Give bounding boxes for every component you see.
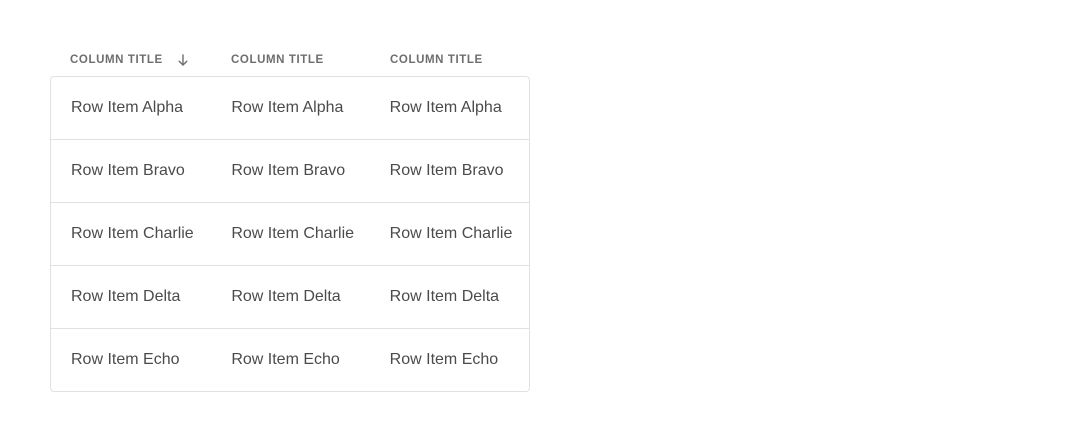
table-row[interactable]: Row Item Delta Row Item Delta Row Item D…	[51, 266, 529, 329]
table-cell: Row Item Delta	[231, 288, 341, 305]
column-title: COLUMN TITLE	[70, 54, 163, 66]
table-cell: Row Item Delta	[389, 288, 500, 305]
table-body: Row Item Alpha Row Item Alpha Row Item A…	[50, 76, 530, 392]
table-cell: Row Item Echo	[231, 351, 340, 368]
table-cell: Row Item Alpha	[231, 99, 344, 116]
table-cell: Row Item Charlie	[389, 225, 513, 242]
column-title: COLUMN TITLE	[390, 54, 483, 66]
table-row[interactable]: Row Item Bravo Row Item Bravo Row Item B…	[51, 140, 529, 203]
column-header-3[interactable]: COLUMN TITLE	[370, 54, 530, 66]
table-cell: Row Item Charlie	[231, 225, 355, 242]
table-cell: Row Item Alpha	[389, 99, 502, 116]
table-cell: Row Item Alpha	[71, 99, 184, 116]
table-cell: Row Item Echo	[389, 351, 499, 368]
table-header: COLUMN TITLE COLUMN TITLE COLUMN TITLE	[50, 44, 530, 76]
column-title: COLUMN TITLE	[231, 54, 324, 66]
data-table: COLUMN TITLE COLUMN TITLE COLUMN TITLE R…	[50, 44, 530, 392]
column-header-2[interactable]: COLUMN TITLE	[210, 54, 370, 66]
table-cell: Row Item Charlie	[71, 225, 194, 242]
table-row[interactable]: Row Item Alpha Row Item Alpha Row Item A…	[51, 77, 529, 140]
table-cell: Row Item Bravo	[231, 162, 346, 179]
table-row[interactable]: Row Item Charlie Row Item Charlie Row It…	[51, 203, 529, 266]
arrow-down-icon[interactable]	[177, 54, 189, 66]
column-header-1[interactable]: COLUMN TITLE	[50, 54, 210, 66]
table-cell: Row Item Echo	[71, 351, 180, 368]
table-cell: Row Item Bravo	[71, 162, 185, 179]
table-cell: Row Item Bravo	[389, 162, 504, 179]
table-row[interactable]: Row Item Echo Row Item Echo Row Item Ech…	[51, 329, 529, 391]
table-cell: Row Item Delta	[71, 288, 181, 305]
